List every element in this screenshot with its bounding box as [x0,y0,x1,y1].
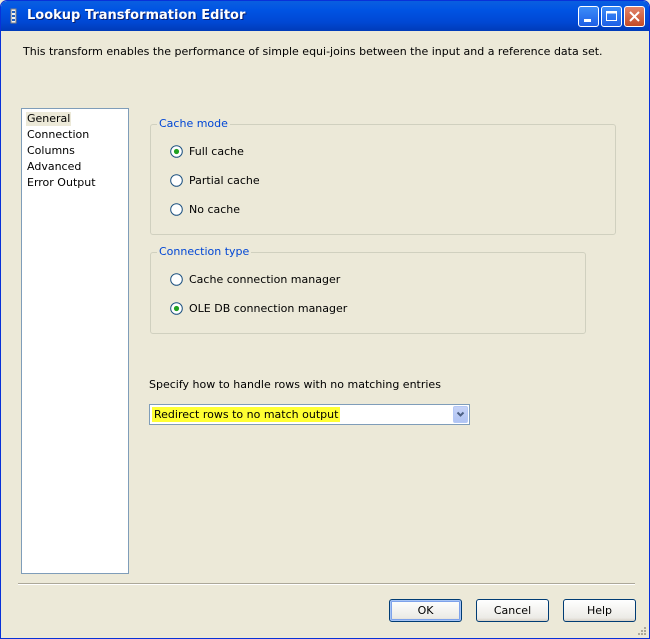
cancel-button[interactable]: Cancel [476,599,549,622]
maximize-button[interactable] [601,6,622,27]
close-icon [629,11,640,22]
no-match-handling-select[interactable]: Redirect rows to no match output [149,404,470,425]
cache-mode-group: Cache mode Full cache Partial cache No c… [150,117,616,235]
partial-cache-label: Partial cache [189,174,260,187]
radio-unchecked-icon[interactable] [170,203,183,216]
radio-unchecked-icon[interactable] [170,273,183,286]
nav-item-connection[interactable]: Connection [27,128,89,142]
ole-db-connection-manager-label: OLE DB connection manager [189,302,348,315]
no-cache-label: No cache [189,203,241,216]
minimize-button[interactable] [578,6,599,27]
radio-checked-icon[interactable] [170,302,183,315]
no-match-selected-value: Redirect rows to no match output [152,407,341,422]
help-button[interactable]: Help [563,599,636,622]
maximize-icon [606,11,617,21]
page-navigation-list[interactable]: General Connection Columns Advanced Erro… [21,108,129,574]
cache-mode-label: Cache mode [157,117,230,130]
connection-type-label: Connection type [157,245,252,258]
no-match-handling-label: Specify how to handle rows with no match… [149,378,441,391]
nav-item-columns[interactable]: Columns [27,144,75,158]
window-title: Lookup Transformation Editor [27,8,246,23]
footer-separator [18,583,635,585]
ok-button[interactable]: OK [389,599,462,622]
description-text: This transform enables the performance o… [23,45,603,58]
connection-type-group: Connection type Cache connection manager… [150,245,586,334]
dropdown-arrow-button[interactable] [453,406,468,423]
title-bar[interactable]: Lookup Transformation Editor [1,1,649,31]
cache-connection-manager-label: Cache connection manager [189,273,341,286]
resize-grip-icon[interactable] [636,625,647,636]
radio-unchecked-icon[interactable] [170,174,183,187]
nav-item-advanced[interactable]: Advanced [27,160,81,174]
nav-item-general[interactable]: General [26,112,72,126]
lookup-transformation-editor-window: Lookup Transformation Editor This transf… [0,0,650,639]
chevron-down-icon [456,411,465,417]
close-button[interactable] [624,6,645,27]
radio-checked-icon[interactable] [170,145,183,158]
nav-item-error-output[interactable]: Error Output [27,176,96,190]
transform-icon [7,8,21,24]
minimize-icon [584,19,591,22]
full-cache-label: Full cache [189,145,244,158]
